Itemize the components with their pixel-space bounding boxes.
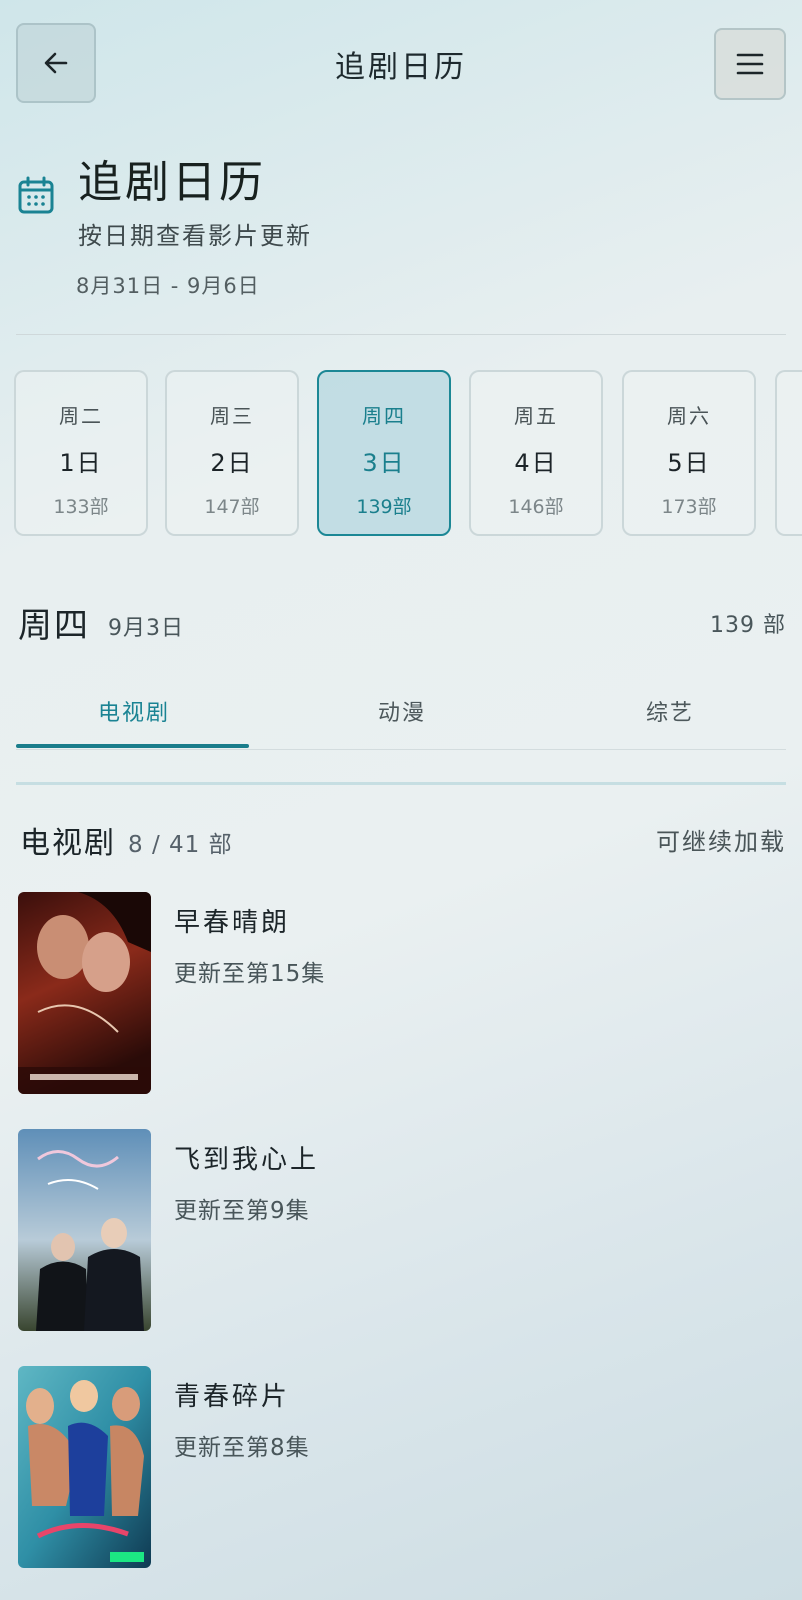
list-header: 电视剧 8 / 41 部 可继续加载: [18, 818, 786, 861]
section-separator: [16, 782, 786, 785]
hamburger-menu-icon: [736, 53, 764, 75]
tabs-divider: [16, 749, 786, 750]
calendar-icon: [18, 176, 54, 214]
list-item[interactable]: 早春晴朗 更新至第15集: [18, 892, 786, 1096]
day-card-fri[interactable]: 周五 4日 146部: [469, 370, 603, 536]
header-divider: [16, 334, 786, 335]
day-weekday: 周四: [362, 404, 406, 428]
day-weekday: 周二: [59, 404, 103, 428]
category-tabs: 电视剧 动漫 综艺: [16, 680, 786, 750]
page-subtitle: 按日期查看影片更新: [78, 222, 312, 250]
day-card-thu[interactable]: 周四 3日 139部: [317, 370, 451, 536]
tab-anime[interactable]: 动漫: [378, 695, 426, 727]
day-count: 133部: [53, 496, 109, 518]
day-date: 4日: [514, 449, 558, 477]
list-item[interactable]: 青春碎片 更新至第8集: [18, 1366, 786, 1570]
day-card-wed[interactable]: 周三 2日 147部: [165, 370, 299, 536]
day-count: 147部: [204, 496, 260, 518]
list-title: 电视剧: [20, 826, 116, 861]
list-count: 8 / 41 部: [128, 832, 233, 858]
day-date: 2日: [210, 449, 254, 477]
page-title: 追剧日历: [78, 157, 266, 208]
tab-variety[interactable]: 综艺: [646, 695, 694, 727]
poster-image: [18, 1366, 151, 1568]
day-weekday: 周三: [210, 404, 254, 428]
item-episode: 更新至第9集: [174, 1198, 310, 1224]
tab-tv[interactable]: 电视剧: [98, 695, 170, 727]
load-more-hint[interactable]: 可继续加载: [656, 822, 786, 857]
day-count: 139部: [356, 496, 412, 518]
selected-weekday: 周四: [18, 606, 90, 646]
day-card-partial[interactable]: [775, 370, 802, 536]
menu-button[interactable]: [714, 28, 786, 100]
day-count: 146部: [508, 496, 564, 518]
selected-date: 9月3日: [108, 616, 184, 641]
day-date: 1日: [59, 449, 103, 477]
item-episode: 更新至第15集: [174, 961, 326, 987]
selected-count: 139 部: [710, 613, 786, 638]
item-title: 青春碎片: [174, 1382, 291, 1412]
page-header: 追剧日历 按日期查看影片更新 8月31日 - 9月6日: [0, 140, 802, 336]
day-weekday: 周六: [667, 404, 711, 428]
poster-image: [18, 892, 151, 1094]
day-card-sat[interactable]: 周六 5日 173部: [622, 370, 756, 536]
day-count: 173部: [661, 496, 717, 518]
list-item[interactable]: 飞到我心上 更新至第9集: [18, 1129, 786, 1333]
topbar-title: 追剧日历: [335, 50, 467, 85]
day-weekday: 周五: [514, 404, 558, 428]
day-card-tue[interactable]: 周二 1日 133部: [14, 370, 148, 536]
top-bar: 追剧日历: [0, 0, 802, 120]
poster-image: [18, 1129, 151, 1331]
item-episode: 更新至第8集: [174, 1435, 310, 1461]
date-range: 8月31日 - 9月6日: [76, 274, 260, 298]
day-date: 3日: [362, 449, 406, 477]
item-title: 早春晴朗: [174, 908, 291, 938]
day-date: 5日: [667, 449, 711, 477]
active-tab-indicator: [16, 744, 249, 748]
item-title: 飞到我心上: [174, 1145, 320, 1175]
day-selector[interactable]: 周二 1日 133部 周三 2日 147部 周四 3日 139部 周五 4日 1…: [0, 370, 802, 538]
